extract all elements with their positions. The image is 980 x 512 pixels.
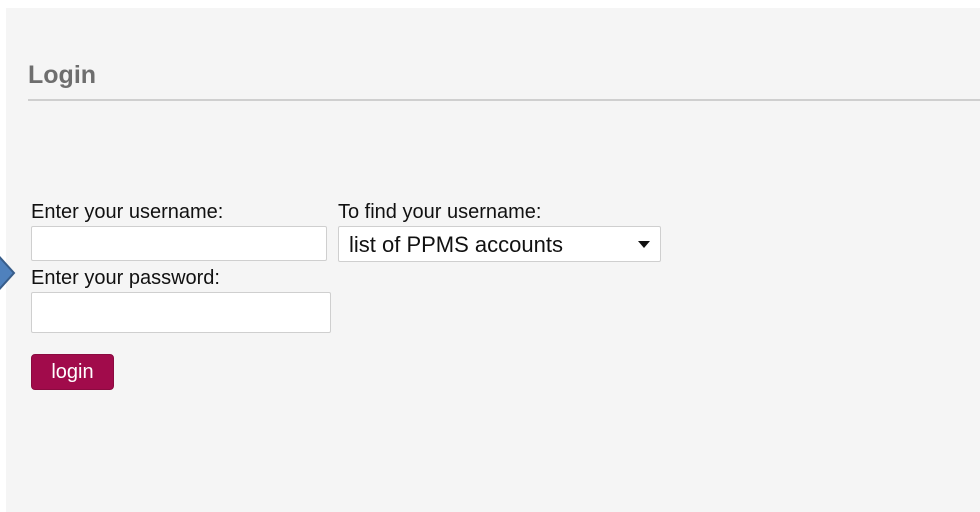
accounts-select[interactable]: list of PPMS accounts (338, 226, 661, 262)
username-input[interactable] (31, 226, 327, 261)
accounts-select-value: list of PPMS accounts (349, 232, 563, 257)
arrow-right-icon (0, 255, 16, 291)
login-button[interactable]: login (31, 354, 114, 390)
username-label: Enter your username: (31, 201, 224, 223)
chevron-down-icon (638, 241, 650, 248)
page-title: Login (28, 61, 97, 89)
title-divider (28, 99, 980, 101)
password-label: Enter your password: (31, 267, 220, 289)
find-username-label: To find your username: (338, 201, 542, 223)
password-input[interactable] (31, 292, 331, 333)
